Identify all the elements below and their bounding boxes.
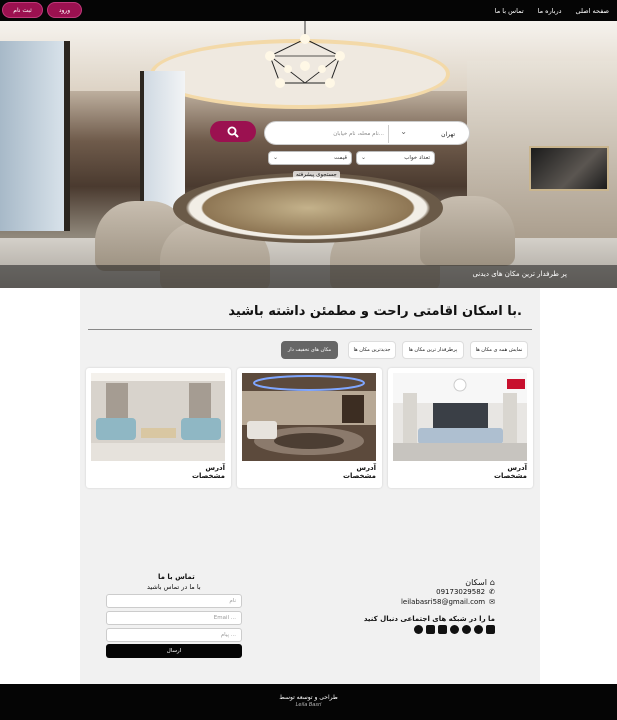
card-specs: مشخصات: [191, 472, 225, 480]
message-field[interactable]: پیام ...: [106, 628, 242, 642]
property-card[interactable]: آدرس مشخصات: [388, 368, 533, 488]
card-address: آدرس: [507, 464, 527, 472]
hero-window: [140, 71, 185, 211]
content-panel: با اسکان اقامتی راحت و مطمئن داشته باشید…: [80, 288, 540, 684]
page-slogan: با اسکان اقامتی راحت و مطمئن داشته باشید…: [228, 304, 522, 319]
price-select-label: قیمت: [334, 155, 347, 161]
tab-newest-places[interactable]: جدیدترین مکان ها: [348, 341, 396, 359]
property-card[interactable]: آدرس مشخصات: [237, 368, 382, 488]
chandelier-icon: [265, 21, 345, 88]
brand-label: اسکان: [465, 578, 487, 587]
card-address: آدرس: [356, 464, 376, 472]
contact-form-subtitle: با ما در تماس باشید: [147, 583, 201, 591]
chevron-down-icon[interactable]: ⌄: [400, 127, 407, 136]
twitter-icon[interactable]: [438, 625, 447, 634]
property-image[interactable]: [393, 373, 527, 461]
chevron-down-icon: ⌄: [273, 154, 279, 161]
bedrooms-select-label: تعداد خواب: [404, 155, 430, 161]
hero-window: [0, 41, 70, 231]
tab-popular-places[interactable]: پرطرفدار ترین مکان ها: [402, 341, 464, 359]
card-specs: مشخصات: [342, 472, 376, 480]
contact-form-title: تماس با ما: [158, 573, 195, 581]
phone-icon: ✆: [489, 588, 495, 596]
signup-button[interactable]: ثبت نام: [2, 2, 43, 18]
hero-caption-bar: پر طرفدار ترین مکان های دیدنی: [0, 265, 617, 288]
footer-credit: طراحی و توسعه توسط: [279, 694, 338, 701]
search-icon: [227, 126, 239, 138]
nav-link-about[interactable]: درباره ما: [538, 7, 562, 15]
footer-signature: Leila Basri: [295, 702, 322, 708]
hero-banner: تهران ⌄ نام محله، نام خیابان... ⌄ تعداد …: [0, 21, 617, 288]
hero-dining-table: [173, 173, 443, 243]
phone-number: 09173029582: [436, 588, 486, 596]
name-field[interactable]: نام: [106, 594, 242, 608]
envelope-icon: ✉: [489, 598, 495, 606]
property-photo: [91, 373, 225, 461]
social-title: ما را در شبکه های اجتماعی دنبال کنید: [363, 615, 495, 623]
nav-links: صفحه اصلی درباره ما تماس با ما: [495, 0, 609, 21]
telegram-icon[interactable]: [414, 625, 423, 634]
facebook-icon[interactable]: [486, 625, 495, 634]
tab-all-places[interactable]: نمایش همه ی مکان ها: [470, 341, 528, 359]
phone-info: 09173029582 ✆: [436, 588, 495, 596]
card-specs: مشخصات: [493, 472, 527, 480]
search-divider: [388, 125, 389, 143]
email-field[interactable]: Email ...: [106, 611, 242, 625]
hero-caption: پر طرفدار ترین مکان های دیدنی: [472, 270, 567, 278]
footer: طراحی و توسعه توسط Leila Basri: [0, 684, 617, 720]
email-info: leilabasri58@gmail.com ✉: [401, 598, 495, 606]
login-button[interactable]: ورود: [47, 2, 82, 18]
hero-fireplace: [529, 146, 609, 191]
email-address[interactable]: leilabasri58@gmail.com: [401, 598, 485, 606]
city-select[interactable]: تهران: [404, 122, 469, 146]
brand-name: اسکان ⌂: [465, 578, 495, 587]
advanced-search-link[interactable]: جستجوی پیشرفته: [293, 171, 340, 179]
card-address: آدرس: [205, 464, 225, 472]
social-icons: [414, 625, 495, 634]
nav-link-home[interactable]: صفحه اصلی: [576, 7, 609, 15]
chevron-down-icon: ⌄: [361, 154, 367, 161]
top-navbar: صفحه اصلی درباره ما تماس با ما ثبت نام و…: [0, 0, 617, 21]
home-icon: ⌂: [489, 578, 495, 587]
nav-link-contact[interactable]: تماس با ما: [495, 7, 524, 15]
price-select[interactable]: ⌄ قیمت: [268, 151, 352, 165]
property-card[interactable]: آدرس مشخصات: [86, 368, 231, 488]
divider: [88, 329, 532, 330]
property-photo: [242, 373, 376, 461]
bedrooms-select[interactable]: ⌄ تعداد خواب: [356, 151, 435, 165]
pinterest-icon[interactable]: [450, 625, 459, 634]
property-image[interactable]: [242, 373, 376, 461]
property-photo: [393, 373, 527, 461]
linkedin-icon[interactable]: [426, 625, 435, 634]
property-image[interactable]: [91, 373, 225, 461]
search-button[interactable]: [210, 121, 256, 142]
snapchat-icon[interactable]: [462, 625, 471, 634]
search-bar: تهران ⌄ نام محله، نام خیابان...: [264, 121, 470, 145]
send-button[interactable]: ارسال: [106, 644, 242, 658]
tab-discounted-places[interactable]: مکان های تخفیف دار: [281, 341, 338, 359]
search-input[interactable]: نام محله، نام خیابان...: [269, 122, 384, 146]
instagram-icon[interactable]: [474, 625, 483, 634]
